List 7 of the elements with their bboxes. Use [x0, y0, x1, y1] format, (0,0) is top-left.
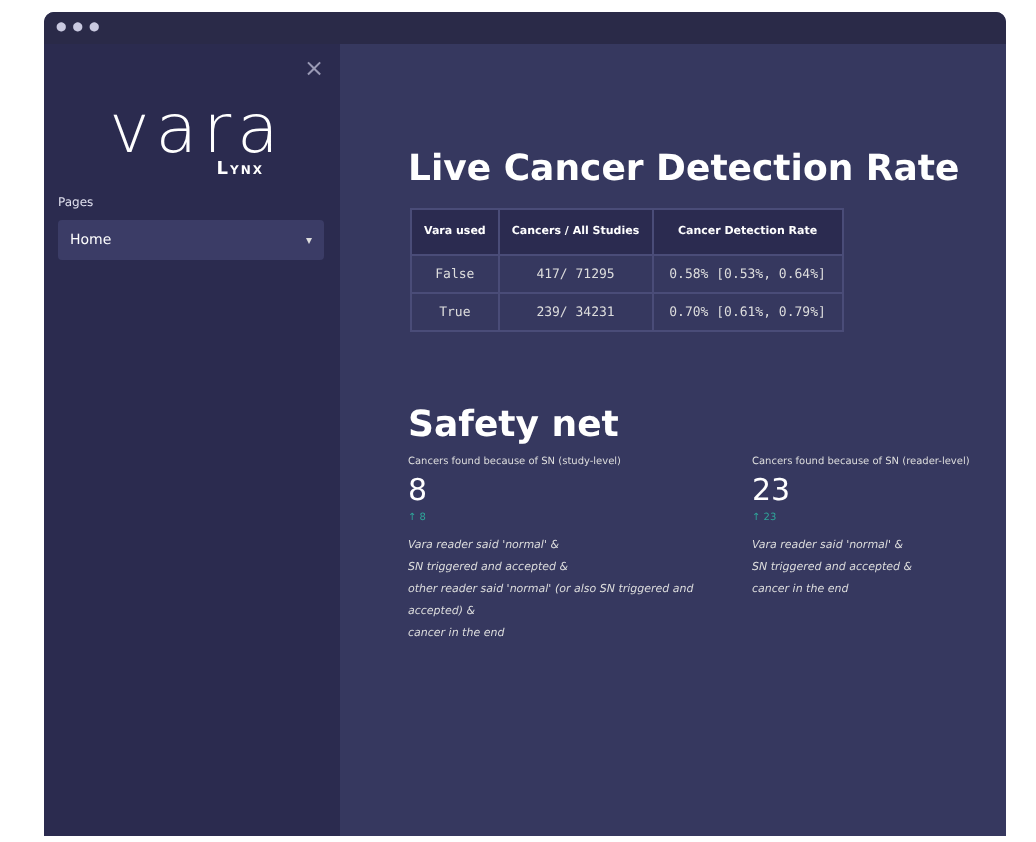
metric-value: 23	[752, 472, 793, 508]
close-icon[interactable]: ×	[303, 56, 324, 80]
metric-value: 8	[408, 472, 430, 508]
section-title: Safety net	[408, 404, 621, 448]
section-title: Live Cancer Detection Rate	[408, 148, 962, 192]
logo-subtitle: Lynx	[216, 160, 264, 180]
logo-wordmark: vara	[109, 100, 285, 160]
